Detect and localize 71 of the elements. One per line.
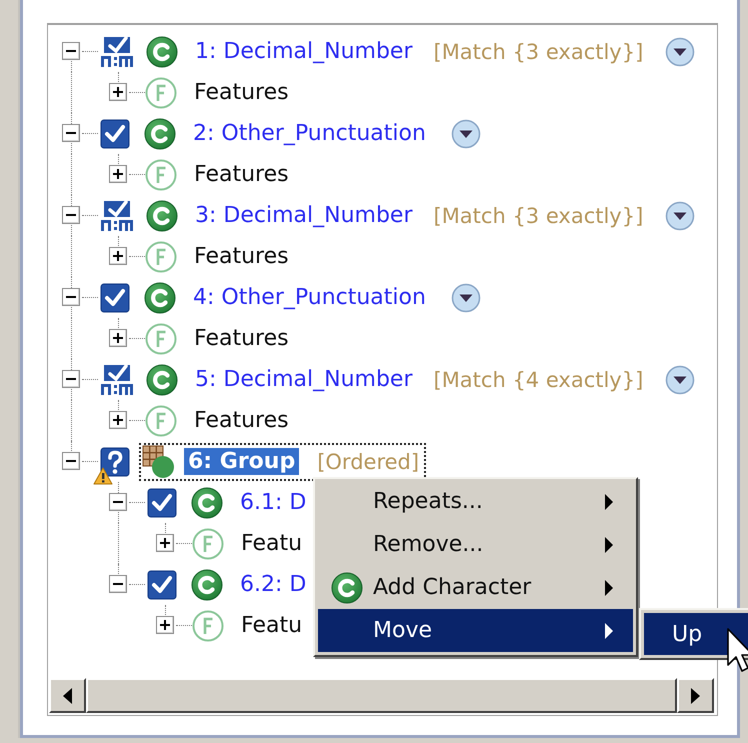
menu-item[interactable]: Remove...	[318, 523, 633, 566]
node-label[interactable]: Features	[191, 243, 292, 270]
repeat-checkbox-icon[interactable]	[99, 362, 133, 396]
node-label[interactable]: Features	[191, 407, 292, 434]
node-label[interactable]: Features	[191, 161, 292, 188]
feature-icon	[145, 240, 177, 272]
node-label[interactable]: Featu	[238, 612, 306, 639]
node-label[interactable]: 4: Other_Punctuation	[190, 284, 429, 311]
expand-toggle[interactable]	[156, 616, 174, 634]
dropdown-button[interactable]	[665, 36, 696, 66]
letter-c-icon	[144, 282, 176, 314]
node-label[interactable]: 1: Decimal_Number	[192, 38, 416, 65]
quantifier-label: [Match {3 exactly}]	[434, 204, 644, 228]
dropdown-button[interactable]	[665, 364, 696, 394]
dropdown-button[interactable]	[450, 282, 481, 312]
scroll-right-button[interactable]	[677, 678, 714, 713]
node-label[interactable]: Features	[191, 79, 292, 106]
expand-toggle[interactable]	[109, 247, 127, 265]
collapse-toggle[interactable]	[62, 452, 80, 470]
repeat-checkbox-icon[interactable]	[99, 198, 133, 232]
scrollbar-thumb[interactable]	[86, 678, 677, 713]
node-label[interactable]: Features	[191, 325, 292, 352]
feature-icon	[145, 322, 177, 354]
collapse-toggle[interactable]	[109, 575, 127, 593]
dropdown-button[interactable]	[665, 200, 696, 230]
checkbox-icon[interactable]	[99, 118, 131, 150]
letter-c-icon	[144, 118, 176, 150]
menu-item[interactable]: Add Character	[318, 566, 633, 609]
node-label[interactable]: 6.2: D	[237, 571, 310, 598]
checkbox-icon[interactable]	[146, 568, 178, 600]
node-label[interactable]: 6: Group	[184, 448, 300, 475]
expand-toggle[interactable]	[156, 534, 174, 552]
question-icon	[99, 446, 131, 478]
menu-item[interactable]: Move	[318, 609, 633, 652]
collapse-toggle[interactable]	[62, 370, 80, 388]
node-label[interactable]: 3: Decimal_Number	[192, 202, 416, 229]
checkbox-icon[interactable]	[146, 486, 178, 518]
quantifier-label: [Match {4 exactly}]	[434, 368, 644, 392]
node-label[interactable]: 2: Other_Punctuation	[190, 120, 429, 147]
letter-c-icon	[191, 568, 223, 600]
feature-icon	[192, 610, 224, 642]
quantifier-label: [Match {3 exactly}]	[434, 40, 644, 64]
node-label[interactable]: Featu	[238, 530, 306, 557]
node-label[interactable]: 5: Decimal_Number	[192, 366, 416, 393]
expand-toggle[interactable]	[109, 329, 127, 347]
checkbox-icon[interactable]	[99, 282, 131, 314]
collapse-toggle[interactable]	[62, 124, 80, 142]
feature-icon	[145, 76, 177, 108]
expand-toggle[interactable]	[109, 165, 127, 183]
collapse-toggle[interactable]	[62, 206, 80, 224]
collapse-toggle[interactable]	[62, 42, 80, 60]
expand-toggle[interactable]	[109, 83, 127, 101]
feature-icon	[192, 528, 224, 560]
dropdown-button[interactable]	[450, 118, 481, 148]
letter-c-icon	[146, 200, 178, 232]
letter-c-icon	[146, 36, 178, 68]
scroll-left-button[interactable]	[49, 678, 86, 713]
feature-icon	[145, 404, 177, 436]
letter-c-icon	[146, 364, 178, 396]
quantifier-label: [Ordered]	[317, 450, 420, 474]
expand-toggle[interactable]	[109, 411, 127, 429]
letter-c-icon	[191, 486, 223, 518]
repeat-checkbox-icon[interactable]	[99, 34, 133, 68]
collapse-toggle[interactable]	[62, 288, 80, 306]
collapse-toggle[interactable]	[109, 493, 127, 511]
letter-c-icon	[331, 572, 363, 604]
node-label[interactable]: 6.1: D	[237, 489, 310, 516]
menu-item[interactable]: Up	[644, 613, 748, 655]
menu-item[interactable]: Repeats...	[318, 480, 633, 523]
group-icon	[142, 444, 176, 478]
feature-icon	[145, 158, 177, 190]
